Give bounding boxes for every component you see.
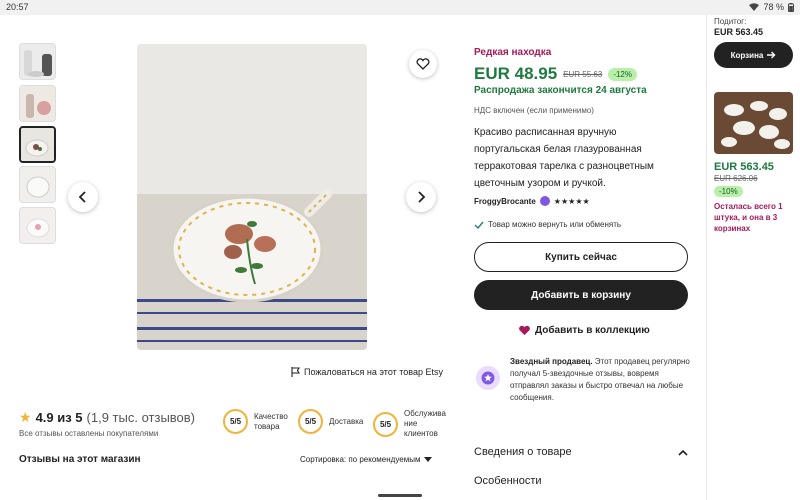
metric-label: Доставка xyxy=(329,416,364,426)
star-seller-icon xyxy=(476,366,500,390)
rating-count: (1,9 тыс. отзывов) xyxy=(86,410,196,425)
flag-icon xyxy=(291,367,300,377)
next-image-button[interactable] xyxy=(406,182,436,212)
metric-score: 5/5 xyxy=(373,411,398,437)
report-item-link[interactable]: Пожаловаться на этот товар Etsy xyxy=(291,367,443,377)
current-price: EUR 48.95 xyxy=(474,64,558,83)
shop-reviews-title: Отзывы на этот магазин xyxy=(19,454,141,465)
battery-icon xyxy=(788,2,794,12)
status-bar: 20:57 78 % xyxy=(0,0,800,15)
heart-filled-icon xyxy=(519,325,530,336)
rare-find-label: Редкая находка xyxy=(474,47,552,58)
status-icons: 78 % xyxy=(749,2,794,12)
arrow-right-icon xyxy=(767,51,776,59)
cart-item-discount: -10% xyxy=(714,186,743,197)
seller-stars: ★★★★★ xyxy=(553,196,590,206)
cart-item-stock-note: Осталась всего 1 штука, и она в 3 корзин… xyxy=(714,202,783,233)
cart-item-original-price: EUR 626.06 xyxy=(714,174,758,183)
buy-now-button[interactable]: Купить сейчас xyxy=(474,242,688,272)
item-details-toggle[interactable]: Сведения о товаре xyxy=(474,446,688,458)
thumbnail-image xyxy=(20,44,55,79)
cart-item-image[interactable] xyxy=(714,92,793,154)
features-label[interactable]: Особенности xyxy=(474,475,542,487)
status-time: 20:57 xyxy=(6,2,29,12)
product-main-image xyxy=(137,44,367,350)
checkmark-icon xyxy=(474,221,484,229)
side-panel-divider xyxy=(706,15,707,500)
rating-score: 4.9 из 5 xyxy=(35,410,83,425)
shop-rating: ★ 4.9 из 5 (1,9 тыс. отзывов) xyxy=(19,409,195,426)
chevron-left-icon xyxy=(78,191,86,203)
add-to-collection-button[interactable]: Добавить в коллекцию xyxy=(518,325,650,336)
thumbnail-5[interactable] xyxy=(19,207,56,244)
cart-item-price: EUR 563.45 xyxy=(714,161,774,173)
subtotal-label: Подитог: xyxy=(714,17,747,26)
metric-label: Качество товара xyxy=(254,411,288,431)
star-seller-title: Звездный продавец. xyxy=(510,357,593,366)
report-item-label: Пожаловаться на этот товар Etsy xyxy=(304,367,443,377)
returns-info: Товар можно вернуть или обменять xyxy=(474,220,621,229)
cart-button-label: Корзина xyxy=(730,50,764,60)
returns-label: Товар можно вернуть или обменять xyxy=(488,220,622,229)
metric-service: 5/5 Обслужива ние клиентов xyxy=(373,409,448,439)
star-seller-info: Звездный продавец. Этот продавец регуляр… xyxy=(476,356,690,404)
chevron-up-icon xyxy=(678,449,688,456)
heart-icon xyxy=(416,58,430,70)
battery-percent: 78 % xyxy=(763,2,784,12)
discount-badge: -12% xyxy=(608,67,637,81)
metric-score: 5/5 xyxy=(223,409,248,434)
rating-note: Все отзывы оставлены покупателями xyxy=(19,429,159,438)
item-details-label: Сведения о товаре xyxy=(474,446,572,458)
original-price: EUR 55.63 xyxy=(563,69,603,79)
vat-note: НДС включен (если применимо) xyxy=(474,106,594,115)
seller-name[interactable]: FroggyBrocante xyxy=(474,197,536,206)
metric-quality: 5/5 Качество товара xyxy=(223,409,294,434)
sale-end-text: Распродажа закончится 24 августа xyxy=(474,85,647,96)
home-indicator[interactable] xyxy=(378,494,422,497)
thumbnail-image xyxy=(20,86,55,121)
favorite-button[interactable] xyxy=(409,50,437,78)
thumbnail-3[interactable] xyxy=(19,126,56,163)
metric-score: 5/5 xyxy=(298,409,323,434)
thumbnail-image xyxy=(20,208,55,243)
price-row: EUR 48.95 EUR 55.63 -12% xyxy=(474,64,637,84)
star-seller-badge-icon xyxy=(539,196,550,206)
sort-dropdown[interactable]: Сортировка: по рекомендуемым xyxy=(300,455,433,464)
add-to-cart-button[interactable]: Добавить в корзину xyxy=(474,280,688,310)
metric-label: Обслужива ние клиентов xyxy=(404,409,446,438)
thumbnail-4[interactable] xyxy=(19,166,56,203)
subtotal-value: EUR 563.45 xyxy=(714,27,764,37)
thumbnail-1[interactable] xyxy=(19,43,56,80)
thumbnail-image xyxy=(20,167,55,202)
star-icon: ★ xyxy=(19,409,32,425)
cart-button[interactable]: Корзина xyxy=(714,42,793,68)
wifi-icon xyxy=(749,3,760,11)
caret-down-icon xyxy=(424,456,433,462)
thumbnail-2[interactable] xyxy=(19,85,56,122)
sort-label: Сортировка: по рекомендуемым xyxy=(300,455,421,464)
chevron-right-icon xyxy=(418,191,426,203)
add-to-collection-label: Добавить в коллекцию xyxy=(535,325,650,336)
product-description: Красиво расписанная вручную португальска… xyxy=(474,127,654,189)
seller-info[interactable]: FroggyBrocante ★★★★★ xyxy=(474,196,590,206)
metric-delivery: 5/5 Доставка xyxy=(298,409,363,434)
thumbnail-image xyxy=(21,128,54,161)
previous-image-button[interactable] xyxy=(68,182,98,212)
